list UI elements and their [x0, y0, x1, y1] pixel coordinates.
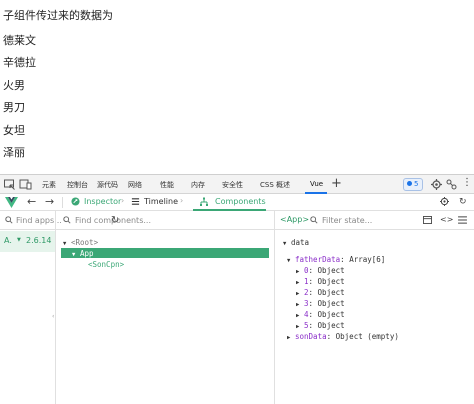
tab-performance[interactable]: 性能	[160, 180, 174, 190]
tab-timeline[interactable]: Timeline	[144, 197, 178, 206]
tab-vue[interactable]: Vue	[310, 180, 323, 188]
tree-soncpn-node[interactable]: <SonCpn>	[88, 260, 124, 269]
state-array-item[interactable]: ▶ 1: Object	[296, 277, 345, 286]
vue-toolbar: ← → Inspector › Timeline › Components ↻	[0, 194, 474, 211]
breadcrumb-chevron-icon: ›	[180, 196, 184, 205]
state-array-item[interactable]: ▶ 5: Object	[296, 321, 345, 330]
inspect-dom-icon[interactable]: <>	[440, 215, 453, 224]
expand-caret-icon: ▼	[283, 241, 287, 247]
data-section-header[interactable]: ▼ data	[283, 238, 309, 247]
expand-caret-icon: ▶	[296, 291, 300, 297]
device-toolbar-icon[interactable]	[19, 178, 32, 191]
tab-components[interactable]: Components	[215, 197, 266, 206]
tab-elements[interactable]: 元素	[42, 180, 56, 190]
search-icon	[310, 216, 318, 224]
pane-divider[interactable]	[274, 211, 275, 404]
filter-state-input[interactable]: Filter state...	[322, 216, 372, 225]
tab-memory[interactable]: 内存	[191, 180, 205, 190]
refresh-tree-icon[interactable]: ↻	[111, 215, 119, 226]
open-in-editor-icon[interactable]	[423, 216, 432, 224]
customize-icon[interactable]	[445, 178, 458, 191]
expand-caret-icon: ▼	[63, 241, 67, 247]
inspector-icon	[71, 197, 80, 206]
app-list-item[interactable]: A. ▼ 2.6.14	[0, 231, 55, 252]
list-item: 辛德拉	[3, 56, 36, 69]
state-array-item[interactable]: ▶ 2: Object	[296, 288, 345, 297]
more-options-icon[interactable]: ⋮	[462, 177, 472, 188]
state-array-item[interactable]: ▶ 3: Object	[296, 299, 345, 308]
state-array-item[interactable]: ▶ 0: Object	[296, 266, 345, 275]
pane-divider[interactable]	[55, 211, 56, 404]
expand-caret-icon: ▼	[287, 258, 291, 264]
state-row-fatherdata[interactable]: ▼ fatherData: Array[6]	[287, 255, 385, 264]
list-item: 男刀	[3, 101, 25, 114]
expand-caret-icon: ▼	[72, 252, 76, 258]
components-tree-icon	[200, 197, 208, 206]
app-name: A.	[4, 236, 12, 245]
vue-version: 2.6.14	[26, 236, 52, 245]
state-row-sondata[interactable]: ▶ sonData: Object (empty)	[287, 332, 399, 341]
settings-gear-icon[interactable]	[430, 178, 443, 191]
tab-sources[interactable]: 源代码	[97, 180, 118, 190]
issues-badge[interactable]: 5	[403, 178, 423, 191]
toolbar-divider	[62, 197, 63, 208]
issues-icon	[407, 181, 412, 186]
tab-security[interactable]: 安全性	[222, 180, 243, 190]
search-icon	[63, 216, 71, 224]
expand-caret-icon: ▶	[296, 269, 300, 275]
breadcrumb-chevron-icon: ›	[121, 196, 125, 205]
back-arrow-icon[interactable]: ←	[27, 195, 36, 208]
selected-component-tag: <App>	[280, 215, 310, 224]
tab-inspector[interactable]: Inspector	[84, 197, 121, 206]
search-row: Find apps... Find components... ↻ <App> …	[0, 211, 474, 230]
timeline-icon	[131, 198, 140, 205]
more-tabs-plus-icon[interactable]: +	[331, 176, 342, 191]
expand-caret-icon: ▶	[296, 280, 300, 286]
page-content: 子组件传过来的数据为 德莱文 辛德拉 火男 男刀 女坦 泽丽	[0, 0, 474, 172]
state-array-item[interactable]: ▶ 4: Object	[296, 310, 345, 319]
more-actions-icon[interactable]	[458, 216, 467, 224]
expand-caret-icon: ▶	[287, 335, 291, 341]
list-item: 德莱文	[3, 34, 36, 47]
search-icon	[5, 216, 13, 224]
vue-logo-icon	[5, 197, 18, 208]
tree-root-node[interactable]: ▼ <Root>	[63, 238, 98, 247]
expand-caret-icon: ▶	[296, 313, 300, 319]
collapse-handle-icon[interactable]: ‹	[52, 313, 54, 320]
list-item: 女坦	[3, 124, 25, 137]
expand-caret-icon: ▶	[296, 302, 300, 308]
list-item: 火男	[3, 79, 25, 92]
refresh-icon[interactable]: ↻	[459, 197, 467, 207]
expand-caret-icon: ▶	[296, 324, 300, 330]
tab-css-overview[interactable]: CSS 概述	[260, 180, 290, 190]
version-caret-icon: ▼	[17, 237, 21, 243]
devtools-tab-bar: 元素 控制台 源代码 网络 性能 内存 安全性 CSS 概述 Vue + 5 ⋮	[0, 174, 474, 194]
forward-arrow-icon[interactable]: →	[45, 195, 54, 208]
inspect-element-icon[interactable]	[3, 178, 16, 191]
tab-console[interactable]: 控制台	[67, 180, 88, 190]
tab-network[interactable]: 网络	[128, 180, 142, 190]
select-component-icon[interactable]	[440, 197, 449, 206]
list-item: 泽丽	[3, 146, 25, 159]
page-heading: 子组件传过来的数据为	[3, 9, 113, 22]
tree-app-node[interactable]: ▼ App	[72, 249, 94, 258]
